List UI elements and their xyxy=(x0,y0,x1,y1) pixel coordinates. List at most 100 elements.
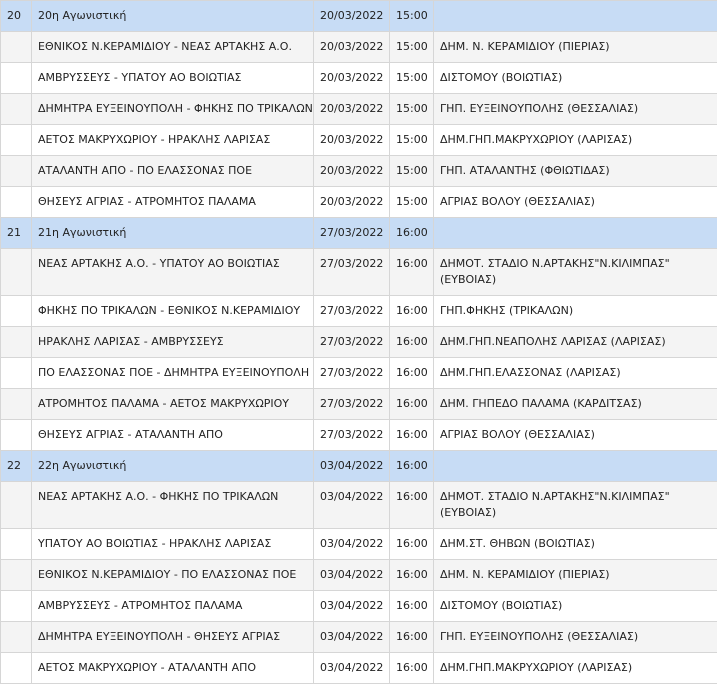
match-venue: ΓΗΠ.ΦΗΚΗΣ (ΤΡΙΚΑΛΩΝ) xyxy=(434,296,717,327)
match-venue: ΓΗΠ. ΕΥΞΕΙΝΟΥΠΟΛΗΣ (ΘΕΣΣΑΛΙΑΣ) xyxy=(434,94,717,125)
round-title: 20η Αγωνιστική xyxy=(32,1,314,32)
match-time: 16:00 xyxy=(390,529,434,560)
match-venue: ΓΗΠ. ΕΥΞΕΙΝΟΥΠΟΛΗΣ (ΘΕΣΣΑΛΙΑΣ) xyxy=(434,622,717,653)
match-date: 20/03/2022 xyxy=(314,63,390,94)
match-venue: ΔΗΜ. Ν. ΚΕΡΑΜΙΔΙΟΥ (ΠΙΕΡΙΑΣ) xyxy=(434,32,717,63)
match-venue: ΔΗΜ.ΣΤ. ΘΗΒΩΝ (ΒΟΙΩΤΙΑΣ) xyxy=(434,529,717,560)
match-time: 15:00 xyxy=(390,63,434,94)
fixtures-table: 20 20η Αγωνιστική 20/03/2022 15:00 ΕΘΝΙΚ… xyxy=(0,0,717,684)
round-date: 20/03/2022 xyxy=(314,1,390,32)
round-time: 16:00 xyxy=(390,218,434,249)
match-index-cell xyxy=(1,94,32,125)
match-index-cell xyxy=(1,591,32,622)
match-teams: ΠΟ ΕΛΑΣΣΟΝΑΣ ΠΟΕ - ΔΗΜΗΤΡΑ ΕΥΞΕΙΝΟΥΠΟΛΗ xyxy=(32,358,314,389)
match-index-cell xyxy=(1,358,32,389)
match-venue: ΔΗΜ.ΓΗΠ.ΕΛΑΣΣΟΝΑΣ (ΛΑΡΙΣΑΣ) xyxy=(434,358,717,389)
round-header-row: 22 22η Αγωνιστική 03/04/2022 16:00 xyxy=(1,451,717,482)
match-index-cell xyxy=(1,653,32,684)
match-date: 27/03/2022 xyxy=(314,249,390,296)
match-time: 16:00 xyxy=(390,591,434,622)
match-index-cell xyxy=(1,327,32,358)
round-venue-empty xyxy=(434,1,717,32)
match-index-cell xyxy=(1,187,32,218)
match-row: ΝΕΑΣ ΑΡΤΑΚΗΣ Α.Ο. - ΥΠΑΤΟΥ ΑΟ ΒΟΙΩΤΙΑΣ 2… xyxy=(1,249,717,296)
match-date: 27/03/2022 xyxy=(314,296,390,327)
match-date: 27/03/2022 xyxy=(314,420,390,451)
match-time: 15:00 xyxy=(390,187,434,218)
match-index-cell xyxy=(1,560,32,591)
match-teams: ΑΤΡΟΜΗΤΟΣ ΠΑΛΑΜΑ - ΑΕΤΟΣ ΜΑΚΡΥΧΩΡΙΟΥ xyxy=(32,389,314,420)
match-index-cell xyxy=(1,529,32,560)
match-index-cell xyxy=(1,482,32,529)
round-number: 21 xyxy=(1,218,32,249)
match-teams: ΑΤΑΛΑΝΤΗ ΑΠΟ - ΠΟ ΕΛΑΣΣΟΝΑΣ ΠΟΕ xyxy=(32,156,314,187)
round-header-row: 21 21η Αγωνιστική 27/03/2022 16:00 xyxy=(1,218,717,249)
match-date: 03/04/2022 xyxy=(314,560,390,591)
match-teams: ΦΗΚΗΣ ΠΟ ΤΡΙΚΑΛΩΝ - ΕΘΝΙΚΟΣ Ν.ΚΕΡΑΜΙΔΙΟΥ xyxy=(32,296,314,327)
match-teams: ΑΜΒΡΥΣΣΕΥΣ - ΑΤΡΟΜΗΤΟΣ ΠΑΛΑΜΑ xyxy=(32,591,314,622)
match-teams: ΔΗΜΗΤΡΑ ΕΥΞΕΙΝΟΥΠΟΛΗ - ΘΗΣΕΥΣ ΑΓΡΙΑΣ xyxy=(32,622,314,653)
match-teams: ΑΜΒΡΥΣΣΕΥΣ - ΥΠΑΤΟΥ ΑΟ ΒΟΙΩΤΙΑΣ xyxy=(32,63,314,94)
match-venue: ΔΗΜ.ΓΗΠ.ΝΕΑΠΟΛΗΣ ΛΑΡΙΣΑΣ (ΛΑΡΙΣΑΣ) xyxy=(434,327,717,358)
match-teams: ΑΕΤΟΣ ΜΑΚΡΥΧΩΡΙΟΥ - ΗΡΑΚΛΗΣ ΛΑΡΙΣΑΣ xyxy=(32,125,314,156)
match-row: ΘΗΣΕΥΣ ΑΓΡΙΑΣ - ΑΤΑΛΑΝΤΗ ΑΠΟ 27/03/2022 … xyxy=(1,420,717,451)
match-venue: ΔΗΜΟΤ. ΣΤΑΔΙΟ Ν.ΑΡΤΑΚΗΣ"Ν.ΚΙΛΙΜΠΑΣ" (ΕΥΒ… xyxy=(434,482,717,529)
round-number: 20 xyxy=(1,1,32,32)
match-time: 16:00 xyxy=(390,389,434,420)
round-venue-empty xyxy=(434,218,717,249)
match-date: 20/03/2022 xyxy=(314,125,390,156)
match-date: 20/03/2022 xyxy=(314,156,390,187)
match-row: ΑΕΤΟΣ ΜΑΚΡΥΧΩΡΙΟΥ - ΗΡΑΚΛΗΣ ΛΑΡΙΣΑΣ 20/0… xyxy=(1,125,717,156)
round-header-row: 20 20η Αγωνιστική 20/03/2022 15:00 xyxy=(1,1,717,32)
match-teams: ΥΠΑΤΟΥ ΑΟ ΒΟΙΩΤΙΑΣ - ΗΡΑΚΛΗΣ ΛΑΡΙΣΑΣ xyxy=(32,529,314,560)
match-row: ΑΕΤΟΣ ΜΑΚΡΥΧΩΡΙΟΥ - ΑΤΑΛΑΝΤΗ ΑΠΟ 03/04/2… xyxy=(1,653,717,684)
round-date: 27/03/2022 xyxy=(314,218,390,249)
match-row: ΑΜΒΡΥΣΣΕΥΣ - ΥΠΑΤΟΥ ΑΟ ΒΟΙΩΤΙΑΣ 20/03/20… xyxy=(1,63,717,94)
match-date: 27/03/2022 xyxy=(314,327,390,358)
match-date: 03/04/2022 xyxy=(314,653,390,684)
match-time: 16:00 xyxy=(390,249,434,296)
match-time: 16:00 xyxy=(390,327,434,358)
match-time: 16:00 xyxy=(390,482,434,529)
match-index-cell xyxy=(1,389,32,420)
round-number: 22 xyxy=(1,451,32,482)
match-date: 03/04/2022 xyxy=(314,529,390,560)
match-teams: ΝΕΑΣ ΑΡΤΑΚΗΣ Α.Ο. - ΥΠΑΤΟΥ ΑΟ ΒΟΙΩΤΙΑΣ xyxy=(32,249,314,296)
match-row: ΗΡΑΚΛΗΣ ΛΑΡΙΣΑΣ - ΑΜΒΡΥΣΣΕΥΣ 27/03/2022 … xyxy=(1,327,717,358)
match-index-cell xyxy=(1,622,32,653)
round-time: 15:00 xyxy=(390,1,434,32)
match-index-cell xyxy=(1,249,32,296)
match-venue: ΔΗΜΟΤ. ΣΤΑΔΙΟ Ν.ΑΡΤΑΚΗΣ"Ν.ΚΙΛΙΜΠΑΣ" (ΕΥΒ… xyxy=(434,249,717,296)
round-date: 03/04/2022 xyxy=(314,451,390,482)
match-venue: ΔΙΣΤΟΜΟΥ (ΒΟΙΩΤΙΑΣ) xyxy=(434,591,717,622)
match-index-cell xyxy=(1,125,32,156)
match-row: ΔΗΜΗΤΡΑ ΕΥΞΕΙΝΟΥΠΟΛΗ - ΦΗΚΗΣ ΠΟ ΤΡΙΚΑΛΩΝ… xyxy=(1,94,717,125)
match-index-cell xyxy=(1,296,32,327)
match-teams: ΝΕΑΣ ΑΡΤΑΚΗΣ Α.Ο. - ΦΗΚΗΣ ΠΟ ΤΡΙΚΑΛΩΝ xyxy=(32,482,314,529)
match-venue: ΔΗΜ. ΓΗΠΕΔΟ ΠΑΛΑΜΑ (ΚΑΡΔΙΤΣΑΣ) xyxy=(434,389,717,420)
match-row: ΘΗΣΕΥΣ ΑΓΡΙΑΣ - ΑΤΡΟΜΗΤΟΣ ΠΑΛΑΜΑ 20/03/2… xyxy=(1,187,717,218)
match-row: ΑΜΒΡΥΣΣΕΥΣ - ΑΤΡΟΜΗΤΟΣ ΠΑΛΑΜΑ 03/04/2022… xyxy=(1,591,717,622)
round-venue-empty xyxy=(434,451,717,482)
match-date: 20/03/2022 xyxy=(314,32,390,63)
match-teams: ΔΗΜΗΤΡΑ ΕΥΞΕΙΝΟΥΠΟΛΗ - ΦΗΚΗΣ ΠΟ ΤΡΙΚΑΛΩΝ xyxy=(32,94,314,125)
match-time: 16:00 xyxy=(390,560,434,591)
match-row: ΕΘΝΙΚΟΣ Ν.ΚΕΡΑΜΙΔΙΟΥ - ΝΕΑΣ ΑΡΤΑΚΗΣ Α.Ο.… xyxy=(1,32,717,63)
match-teams: ΗΡΑΚΛΗΣ ΛΑΡΙΣΑΣ - ΑΜΒΡΥΣΣΕΥΣ xyxy=(32,327,314,358)
match-date: 03/04/2022 xyxy=(314,622,390,653)
match-time: 16:00 xyxy=(390,420,434,451)
match-venue: ΑΓΡΙΑΣ ΒΟΛΟΥ (ΘΕΣΣΑΛΙΑΣ) xyxy=(434,420,717,451)
match-teams: ΑΕΤΟΣ ΜΑΚΡΥΧΩΡΙΟΥ - ΑΤΑΛΑΝΤΗ ΑΠΟ xyxy=(32,653,314,684)
match-row: ΔΗΜΗΤΡΑ ΕΥΞΕΙΝΟΥΠΟΛΗ - ΘΗΣΕΥΣ ΑΓΡΙΑΣ 03/… xyxy=(1,622,717,653)
match-row: ΥΠΑΤΟΥ ΑΟ ΒΟΙΩΤΙΑΣ - ΗΡΑΚΛΗΣ ΛΑΡΙΣΑΣ 03/… xyxy=(1,529,717,560)
match-row: ΠΟ ΕΛΑΣΣΟΝΑΣ ΠΟΕ - ΔΗΜΗΤΡΑ ΕΥΞΕΙΝΟΥΠΟΛΗ … xyxy=(1,358,717,389)
match-date: 03/04/2022 xyxy=(314,591,390,622)
match-row: ΑΤΑΛΑΝΤΗ ΑΠΟ - ΠΟ ΕΛΑΣΣΟΝΑΣ ΠΟΕ 20/03/20… xyxy=(1,156,717,187)
match-index-cell xyxy=(1,156,32,187)
match-date: 20/03/2022 xyxy=(314,94,390,125)
match-teams: ΕΘΝΙΚΟΣ Ν.ΚΕΡΑΜΙΔΙΟΥ - ΠΟ ΕΛΑΣΣΟΝΑΣ ΠΟΕ xyxy=(32,560,314,591)
match-row: ΦΗΚΗΣ ΠΟ ΤΡΙΚΑΛΩΝ - ΕΘΝΙΚΟΣ Ν.ΚΕΡΑΜΙΔΙΟΥ… xyxy=(1,296,717,327)
match-index-cell xyxy=(1,32,32,63)
match-venue: ΑΓΡΙΑΣ ΒΟΛΟΥ (ΘΕΣΣΑΛΙΑΣ) xyxy=(434,187,717,218)
match-venue: ΓΗΠ. ΑΤΑΛΑΝΤΗΣ (ΦΘΙΩΤΙΔΑΣ) xyxy=(434,156,717,187)
